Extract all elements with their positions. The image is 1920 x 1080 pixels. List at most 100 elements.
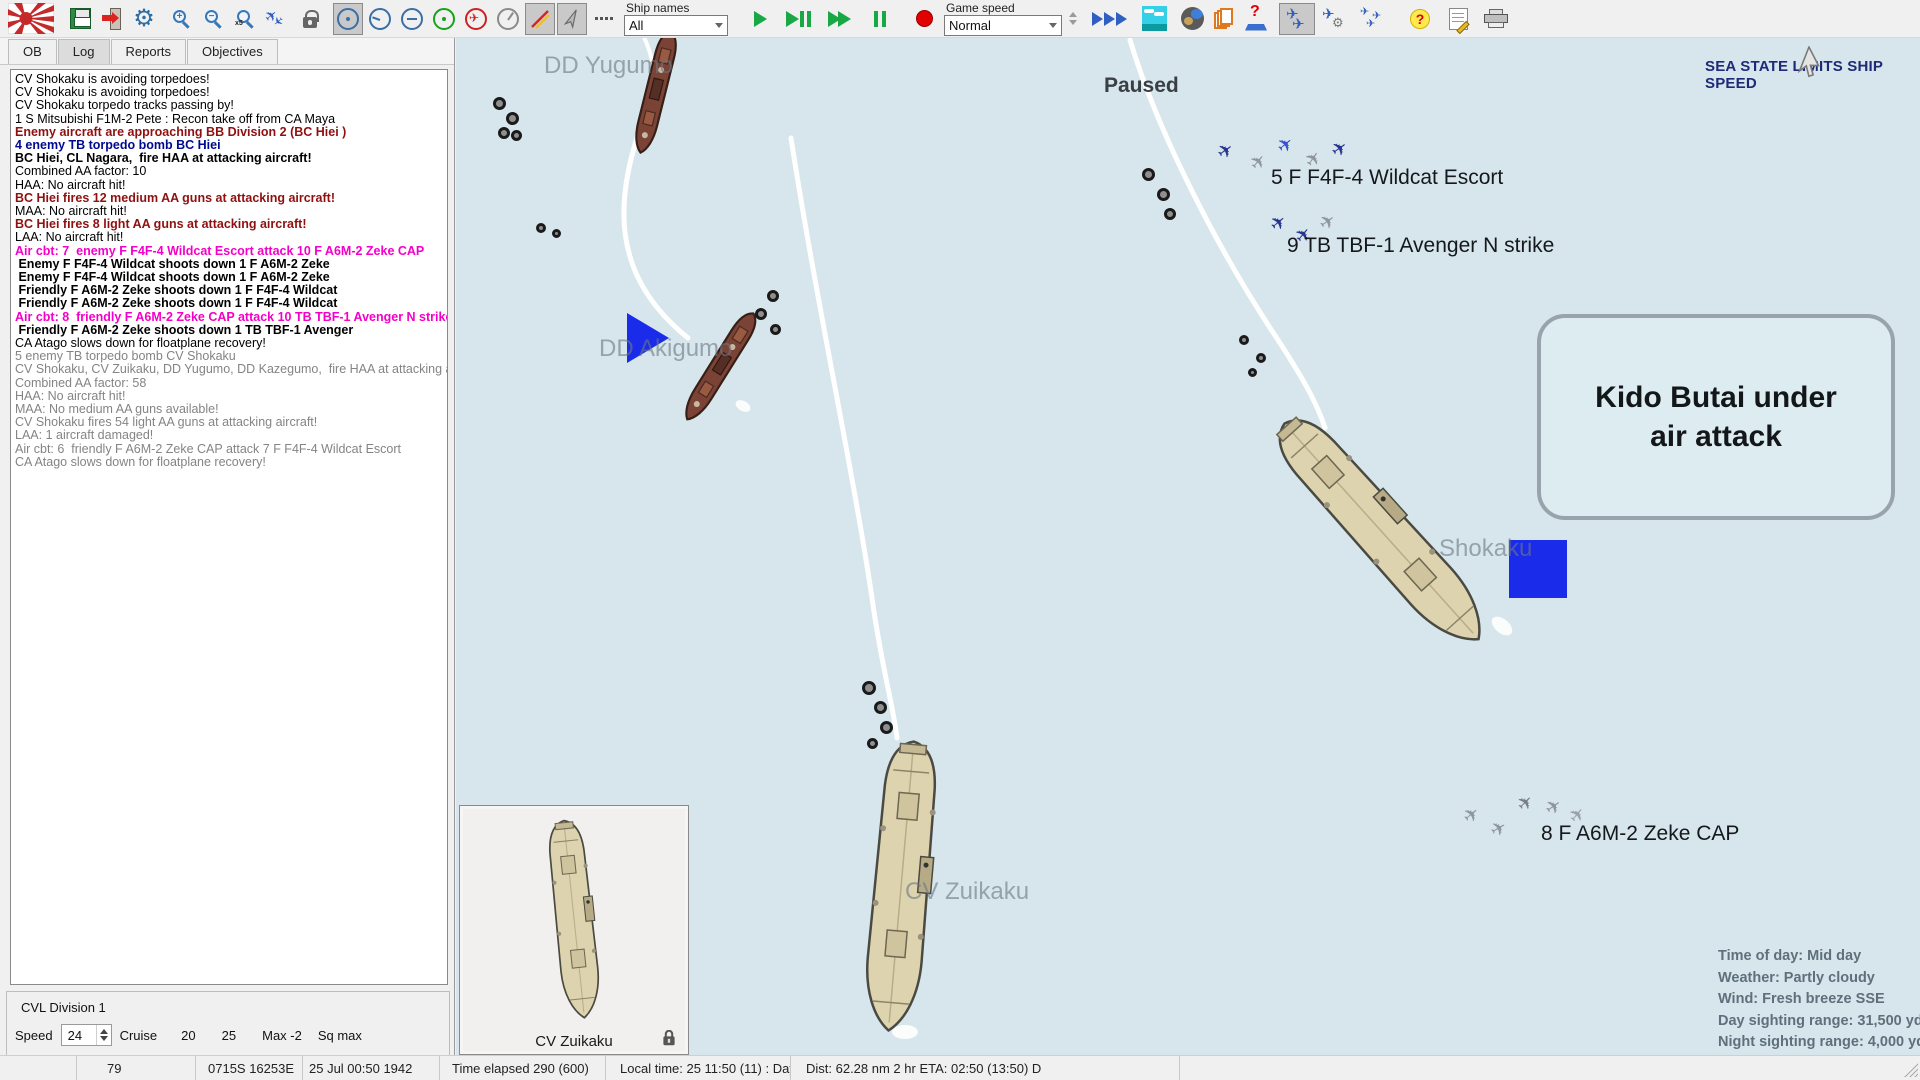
settings-button[interactable]: ⚙: [129, 3, 159, 35]
plane-formation-icon: ✈✈✈: [1360, 7, 1386, 31]
tab-reports[interactable]: Reports: [111, 39, 187, 64]
paused-indicator: Paused: [1104, 74, 1179, 98]
zoom-x5-button[interactable]: x5: [231, 3, 261, 35]
step-button[interactable]: [783, 3, 813, 35]
kido-butai-callout: Kido Butai under air attack: [1537, 314, 1895, 520]
range-circle-button[interactable]: [397, 3, 427, 35]
environment-line: Day sighting range: 31,500 yds: [1718, 1011, 1920, 1033]
tab-objectives[interactable]: Objectives: [187, 39, 278, 64]
flak-burst: [498, 127, 510, 139]
ruler-button[interactable]: [525, 3, 555, 35]
status-field: 25 Jul 00:50 1942: [303, 1056, 440, 1080]
mouse-cursor-icon: [1796, 46, 1822, 80]
speed-stepper[interactable]: 24: [61, 1024, 112, 1046]
log-list[interactable]: CV Shokaku is avoiding torpedoes!CV Shok…: [10, 69, 448, 985]
globe-button[interactable]: [1177, 3, 1207, 35]
globe-icon: [1181, 7, 1204, 30]
ship-label-zuikaku: CV Zuikaku: [905, 878, 1029, 906]
ship-query-button[interactable]: ?: [1241, 3, 1271, 35]
japan-ensign-icon: [8, 3, 54, 34]
two-planes-icon: ✈✈: [1284, 7, 1310, 31]
status-field: Time elapsed 290 (600): [440, 1056, 606, 1080]
play-button[interactable]: [745, 3, 775, 35]
flak-burst: [874, 701, 887, 714]
ship-label-akigumo: DD Akigumo: [599, 335, 732, 363]
log-line: CA Atago slows down for floatplane recov…: [15, 456, 445, 469]
lock-view-button[interactable]: [295, 3, 325, 35]
record-button[interactable]: [909, 3, 939, 35]
air-config-button[interactable]: ✈⚙: [1317, 3, 1353, 35]
ship-detail-panel[interactable]: CV Zuikaku: [459, 805, 689, 1055]
log-line: 1 S Mitsubishi F1M-2 Pete : Recon take o…: [15, 113, 445, 126]
exit-door-icon: [102, 8, 122, 30]
weather-button[interactable]: [1139, 3, 1169, 35]
callout-line1: Kido Butai under: [1595, 378, 1837, 417]
notepad-icon: [1449, 8, 1468, 30]
ship-names-control: Ship names All: [624, 2, 728, 36]
spin-up-icon: [1069, 12, 1077, 17]
sea-sky-icon: [1142, 6, 1167, 31]
speed-value: 24: [62, 1028, 96, 1043]
tactical-map[interactable]: DD Yugumo DD Akigumo CV Zuikaku Shokaku …: [456, 38, 1920, 1055]
speed-spinner[interactable]: [1066, 12, 1080, 25]
step-icon: [786, 11, 799, 27]
exit-button[interactable]: [97, 3, 127, 35]
fast-forward-button[interactable]: [821, 3, 857, 35]
sensor-circle-button[interactable]: [429, 3, 459, 35]
environment-line: Weather: Partly cloudy: [1718, 968, 1920, 990]
environment-line: Time of day: Mid day: [1718, 946, 1920, 968]
log-line: Air cbt: 6 friendly F A6M-2 Zeke CAP att…: [15, 443, 445, 456]
flak-burst: [755, 308, 767, 320]
tab-log[interactable]: Log: [58, 39, 110, 64]
air-group-label-zeke: 8 F A6M-2 Zeke CAP: [1541, 822, 1739, 846]
time-circle-button[interactable]: [365, 3, 395, 35]
max-speed-label: Max -2: [262, 1028, 302, 1043]
flak-burst: [536, 223, 546, 233]
triple-arrow-icon: [1092, 12, 1127, 26]
print-button[interactable]: [1481, 3, 1511, 35]
save-button[interactable]: [65, 3, 95, 35]
stepper-arrows-icon[interactable]: [96, 1025, 111, 1045]
flak-burst: [493, 97, 506, 110]
grid-dots-button[interactable]: [589, 3, 619, 35]
documents-icon: [1214, 8, 1234, 30]
compass-icon: [497, 8, 519, 30]
zoom-out-button[interactable]: −: [199, 3, 229, 35]
spin-down-icon: [1069, 20, 1077, 25]
ship-names-select[interactable]: All: [624, 15, 728, 36]
center-view-button[interactable]: [333, 3, 363, 35]
unit-title: CVL Division 1: [21, 1000, 106, 1015]
compass-button[interactable]: [493, 3, 523, 35]
green-circle-icon: [433, 8, 455, 30]
log-line: LAA: 1 aircraft damaged!: [15, 429, 445, 442]
turbo-button[interactable]: [1087, 3, 1131, 35]
air-range-button[interactable]: ✈: [461, 3, 491, 35]
notes-button[interactable]: [1443, 3, 1473, 35]
log-line: LAA: No aircraft hit!: [15, 231, 445, 244]
cruise-label: Cruise: [120, 1028, 158, 1043]
pointer-button[interactable]: [557, 3, 587, 35]
help-button[interactable]: ?: [1405, 3, 1435, 35]
flak-burst: [552, 229, 561, 238]
plot-course-button[interactable]: ✈✈: [263, 3, 293, 35]
log-line: CV Shokaku, CV Zuikaku, DD Yugumo, DD Ka…: [15, 363, 445, 376]
air-group-button[interactable]: ✈✈: [1279, 3, 1315, 35]
air-group-label-wildcat: 5 F F4F-4 Wildcat Escort: [1271, 166, 1503, 190]
flak-burst: [1142, 168, 1155, 181]
zoom-in-button[interactable]: +: [167, 3, 197, 35]
status-field: 0715S 16253E: [196, 1056, 303, 1080]
side-panel: OB Log Reports Objectives CV Shokaku is …: [0, 38, 455, 1055]
chevron-down-icon: [1049, 23, 1057, 28]
game-speed-select[interactable]: Normal: [944, 15, 1062, 36]
formation-button[interactable]: ✈✈✈: [1355, 3, 1391, 35]
reports-stack-button[interactable]: [1209, 3, 1239, 35]
pause-button[interactable]: [865, 3, 895, 35]
ship-question-icon: ?: [1245, 7, 1267, 31]
mini-ship-sprite: [516, 812, 633, 1026]
chevron-down-icon: [715, 23, 723, 28]
ship-names-label: Ship names: [624, 2, 728, 15]
resize-grip[interactable]: [1904, 1063, 1918, 1077]
game-speed-label: Game speed: [944, 2, 1062, 15]
ship-label-yugumo: DD Yugumo: [544, 52, 673, 80]
tab-ob[interactable]: OB: [8, 39, 57, 64]
